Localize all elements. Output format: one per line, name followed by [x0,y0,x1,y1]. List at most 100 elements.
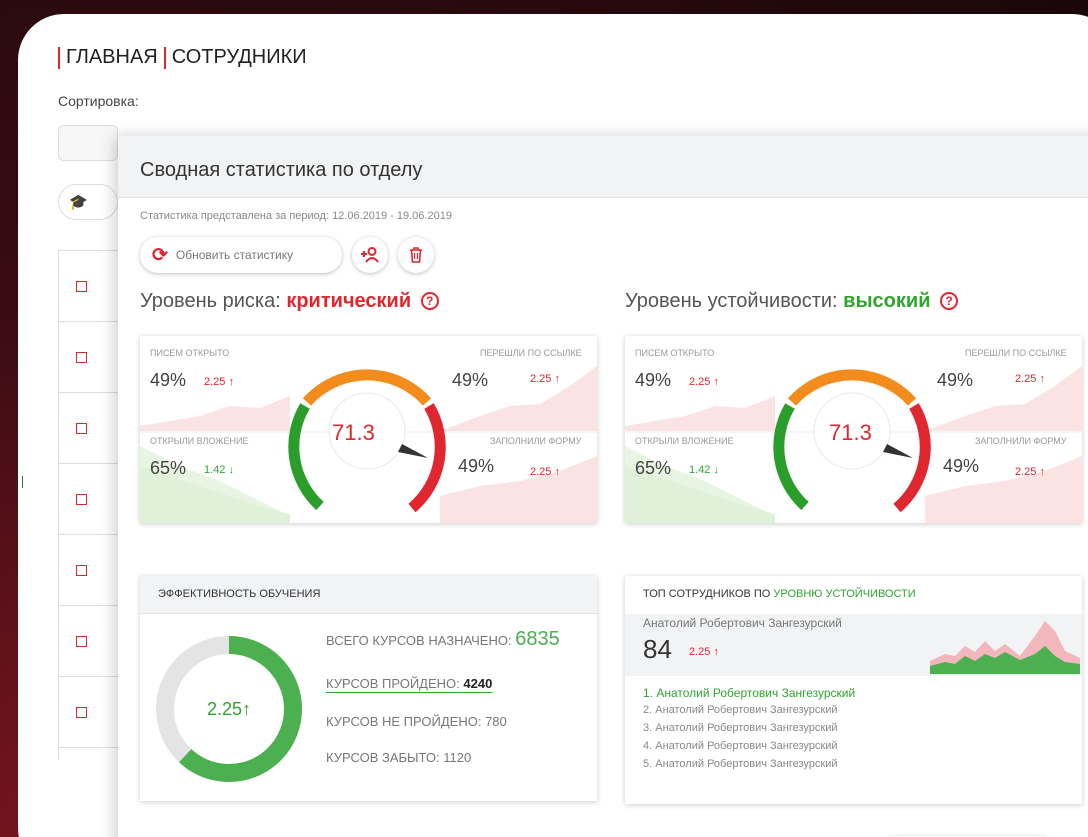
stat-label: ЗАПОЛНИЛИ ФОРМУ [975,436,1067,446]
forgotten-courses-value: 1120 [443,750,472,765]
stability-gauge-card: ПИСЕМ ОТКРЫТО 49% 2.25 ↑ ПЕРЕШЛИ ПО ССЫЛ… [625,336,1082,523]
leader-delta: 2.25 ↑ [689,646,719,658]
total-courses-label: ВСЕГО КУРСОВ НАЗНАЧЕНО: [326,633,512,648]
donut-value: 2.25↑ [207,699,251,719]
failed-courses: КУРСОВ НЕ ПРОЙДЕНО: 780 [326,714,507,729]
stat-value: 49% [458,456,495,476]
forgotten-courses-label: КУРСОВ ЗАБЫТО: [326,750,440,765]
risk-level-label: Уровень риска: [140,290,281,312]
table-row [59,393,118,464]
table-row [59,677,118,748]
stat-delta: 2.25 ↑ [1015,466,1045,478]
list-item[interactable]: 5. Анатолий Робертович Зангезурский [643,758,855,776]
training-donut: 2.25↑ [156,636,302,782]
top-employees-title: ТОП СОТРУДНИКОВ ПО УРОВНЮ УСТОЙЧИВОСТИ [625,576,1082,614]
stat-delta: 2.25 ↑ [1015,373,1045,385]
stat-value: 65% [150,458,187,478]
top-title-highlight: УРОВНЮ УСТОЙЧИВОСТИ [773,588,916,600]
stat-label: ОТКРЫЛИ ВЛОЖЕНИЕ [150,436,249,446]
forgotten-courses: КУРСОВ ЗАБЫТО: 1120 [326,750,471,765]
gauge-value: 71.3 [332,420,375,445]
list-item[interactable]: 2. Анатолий Робертович Зангезурский [643,704,855,722]
table-row [59,535,118,606]
stat-label: ПИСЕМ ОТКРЫТО [635,348,715,358]
row-checkbox[interactable] [76,494,87,505]
stat-label: ПЕРЕШЛИ ПО ССЫЛКЕ [480,348,582,358]
stability-level: Уровень устойчивости: высокий ? [625,290,959,313]
list-item[interactable]: 1. Анатолий Робертович Зангезурский [643,686,855,704]
stat-label: ЗАПОЛНИЛИ ФОРМУ [490,436,582,446]
breadcrumb-home[interactable]: ГЛАВНАЯ [66,46,158,69]
list-item[interactable]: 4. Анатолий Робертович Зангезурский [643,740,855,758]
stat-label: ОТКРЫЛИ ВЛОЖЕНИЕ [635,436,734,446]
row-checkbox[interactable] [76,565,87,576]
total-courses-value: 6835 [515,628,560,650]
total-courses: ВСЕГО КУРСОВ НАЗНАЧЕНО: 6835 [326,628,560,651]
risk-level-value: критический [286,290,412,312]
stability-level-value: высокий [843,290,931,312]
employee-table [58,250,118,760]
row-checkbox[interactable] [76,423,87,434]
breadcrumb-employees[interactable]: СОТРУДНИКИ [172,46,307,69]
failed-courses-label: КУРСОВ НЕ ПРОЙДЕНО: [326,714,482,729]
passed-courses[interactable]: КУРСОВ ПРОЙДЕНО: 4240 [326,676,492,691]
stat-delta: 2.25 ↑ [530,466,560,478]
stat-delta: 1.42 ↓ [689,464,719,476]
sort-select[interactable] [58,125,118,161]
stat-value: 49% [943,456,980,476]
refresh-stats-button[interactable]: ⟳ Обновить статистику [140,237,342,273]
modal-header: Сводная статистика по отделу ✕ [118,136,1088,198]
sort-label: Сортировка: [58,93,139,109]
stat-delta: 2.25 ↑ [204,376,234,388]
risk-level: Уровень риска: критический ? [140,290,439,313]
refresh-label: Обновить статистику [175,248,294,262]
app-window: ГЛАВНАЯ СОТРУДНИКИ Сортировка: 🎓 Сводная… [18,14,1088,837]
stat-delta: 1.42 ↓ [204,464,234,476]
modal-title: Сводная статистика по отделу [140,159,423,181]
leader-sparkline [930,621,1080,674]
breadcrumb-divider [58,46,60,69]
top-title-prefix: ТОП СОТРУДНИКОВ ПО [643,588,771,600]
stability-level-label: Уровень устойчивости: [625,290,838,312]
help-icon[interactable]: ? [420,292,439,310]
divider [22,476,23,488]
stat-value: 49% [635,370,672,390]
stat-value: 49% [150,370,187,390]
leader-name: Анатолий Робертович Зангезурский [643,616,842,630]
filter-chip[interactable]: 🎓 [58,184,118,220]
row-checkbox[interactable] [76,636,87,647]
stat-value: 65% [635,458,672,478]
table-row [59,606,118,677]
passed-courses-label: КУРСОВ ПРОЙДЕНО: [326,676,460,691]
passed-courses-value: 4240 [463,676,493,691]
stat-label: ПЕРЕШЛИ ПО ССЫЛКЕ [965,348,1067,358]
add-user-icon [361,247,379,263]
trash-icon [410,247,422,263]
failed-courses-value: 780 [485,714,507,729]
graduation-cap-icon: 🎓 [69,194,88,211]
top-employee-list: 1. Анатолий Робертович Зангезурский 2. А… [643,686,855,776]
table-row [59,322,118,393]
refresh-icon: ⟳ [152,244,168,266]
stat-delta: 2.25 ↑ [689,376,719,388]
row-checkbox[interactable] [76,352,87,363]
top-employees-card: ТОП СОТРУДНИКОВ ПО УРОВНЮ УСТОЙЧИВОСТИ А… [625,576,1082,804]
stat-delta: 2.25 ↑ [530,373,560,385]
stats-modal: Сводная статистика по отделу ✕ Статистик… [118,136,1088,837]
gauge-value: 71.3 [829,420,872,445]
leader-score: 84 [643,634,672,664]
row-checkbox[interactable] [76,707,87,718]
period-text: Статистика представлена за период: 12.06… [140,210,452,222]
list-item[interactable]: 3. Анатолий Робертович Зангезурский [643,722,855,740]
stat-value: 49% [452,370,489,390]
training-card-title: ЭФФЕКТИВНОСТЬ ОБУЧЕНИЯ [140,576,597,614]
add-user-button[interactable] [352,237,388,273]
risk-gauge-card: ПИСЕМ ОТКРЫТО 49% 2.25 ↑ ПЕРЕШЛИ ПО ССЫЛ… [140,336,597,523]
training-card: ЭФФЕКТИВНОСТЬ ОБУЧЕНИЯ 2.25↑ ВСЕГО КУРСО… [140,576,597,801]
table-row [59,251,118,322]
delete-button[interactable] [398,237,434,273]
row-checkbox[interactable] [76,281,87,292]
breadcrumb: ГЛАВНАЯ СОТРУДНИКИ [58,46,307,69]
help-icon[interactable]: ? [940,292,959,310]
table-row [59,464,118,535]
